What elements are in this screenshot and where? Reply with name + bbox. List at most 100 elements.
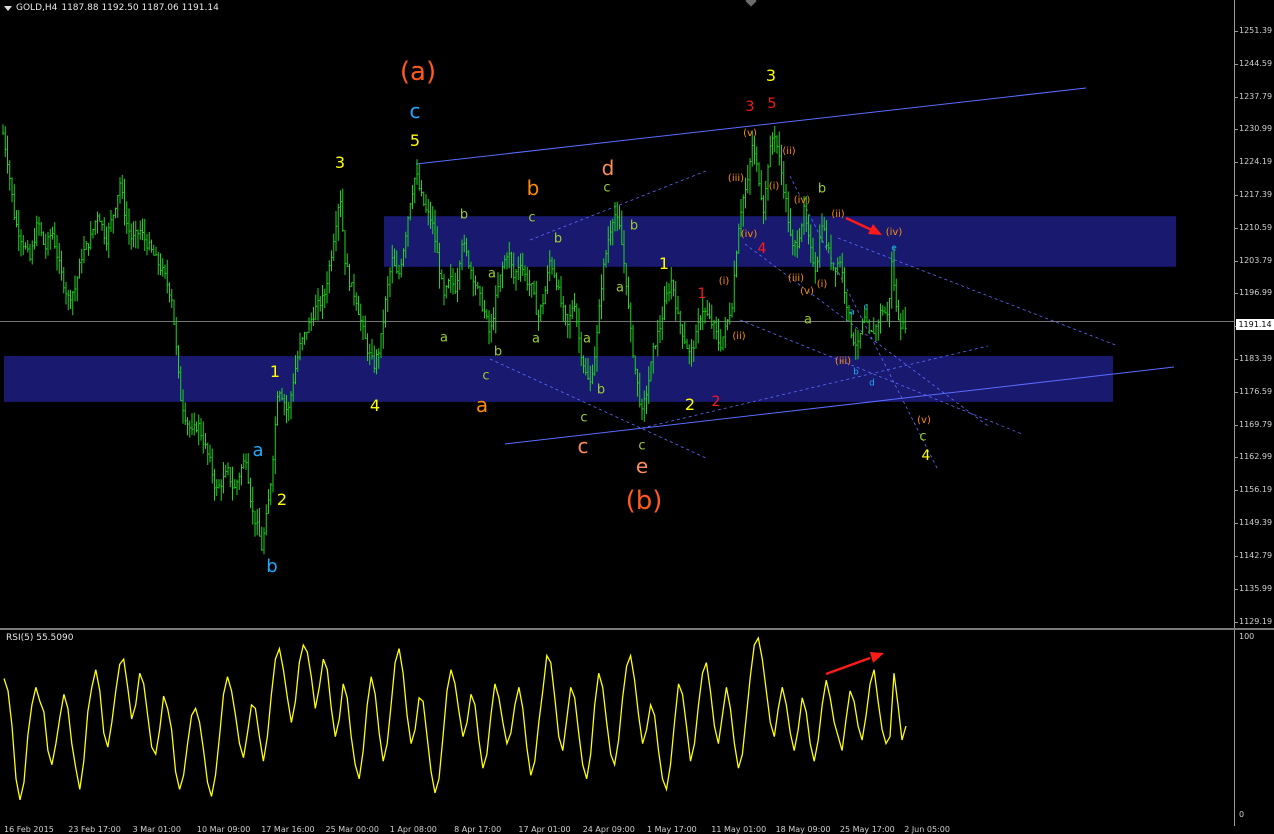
wave-label: b <box>266 556 278 577</box>
wave-label: c <box>482 368 490 384</box>
wave-label: 5 <box>767 96 777 112</box>
wave-label: 3 <box>334 153 346 172</box>
wave-label: b <box>493 344 503 360</box>
wave-label: (ii) <box>732 331 746 342</box>
price-axis-tick: 1183.39 <box>1239 354 1273 363</box>
price-axis-tick-mark <box>1235 555 1238 557</box>
wave-label: d <box>601 156 615 180</box>
price-axis-tick-mark <box>1235 129 1238 131</box>
price-axis-tick-mark <box>1235 359 1238 360</box>
wave-label: (i) <box>816 279 828 290</box>
price-axis-tick: 1237.79 <box>1239 91 1273 101</box>
price-axis-tick-mark <box>1235 227 1238 229</box>
wave-label-layer: (a) c 5 3 1 4 2 a b b a d c e (b) 1 2 1 2 3 3 5 4 4 b c b a a b c a a b c c… <box>0 0 1234 628</box>
wave-label: (iii) <box>787 273 805 284</box>
wave-label: c <box>580 410 588 426</box>
wave-label: (iv) <box>740 229 758 240</box>
wave-label: a <box>440 330 448 346</box>
price-axis-tick: 1156.19 <box>1239 485 1273 495</box>
rsi-line <box>3 636 907 801</box>
price-axis-tick-mark <box>1235 424 1238 426</box>
wave-label: b <box>553 231 563 247</box>
wave-label: c <box>409 99 421 123</box>
wave-label: b <box>526 176 540 200</box>
price-axis-tick-mark <box>1235 391 1238 393</box>
rsi-axis[interactable]: 100 0 <box>1234 630 1274 826</box>
wave-label: (i) <box>718 276 730 287</box>
time-axis[interactable]: 16 Feb 2015 23 Feb 17:00 3 Mar 01:00 10 Mar… <box>0 825 1234 834</box>
wave-label: (iv) <box>885 227 903 238</box>
price-axis-tick-mark <box>1235 63 1238 65</box>
wave-label: 4 <box>369 396 381 415</box>
price-axis-tick: 1169.79 <box>1239 419 1273 429</box>
price-axis-tick: 1230.99 <box>1239 124 1273 134</box>
wave-label: 2 <box>684 395 696 414</box>
wave-label: c <box>577 434 589 458</box>
wave-label: (i) <box>768 181 780 192</box>
rsi-axis-min-label: 0 <box>1239 810 1245 819</box>
wave-label: 3 <box>765 66 777 85</box>
wave-label: (v) <box>800 286 814 297</box>
price-axis-tick-mark <box>1235 162 1238 164</box>
wave-label: e <box>635 454 649 478</box>
wave-label: 4 <box>921 448 931 464</box>
price-axis-tick-mark <box>1235 195 1238 196</box>
price-axis-tick: 1142.79 <box>1239 550 1273 560</box>
wave-label: (iii) <box>727 173 745 184</box>
wave-label: (v) <box>917 415 931 426</box>
rsi-indicator-pane[interactable]: RSI(5) 55.5090 <box>0 630 1234 826</box>
wave-label: (iv) <box>793 195 811 206</box>
wave-label: c <box>863 302 869 313</box>
price-axis-tick: 1244.59 <box>1239 58 1273 68</box>
wave-label: b <box>629 218 639 234</box>
wave-label: 2 <box>276 490 288 509</box>
wave-label: a <box>804 312 812 328</box>
rsi-arrowhead-icon <box>870 652 884 663</box>
current-price-tag: 1191.14 <box>1236 319 1274 330</box>
price-axis-tick-mark <box>1235 96 1238 98</box>
price-axis-tick: 1217.39 <box>1239 190 1273 199</box>
wave-label: b <box>459 207 469 223</box>
price-axis[interactable]: 1251.39 1244.59 1237.79 1230.99 1224.19 1217.… <box>1234 0 1274 628</box>
price-chart-pane[interactable]: GOLD,H4 1187.88 1192.50 1187.06 1191.14 … <box>0 0 1234 628</box>
wave-label: (b) <box>625 486 663 516</box>
price-axis-tick-mark <box>1235 490 1238 492</box>
price-axis-tick-mark <box>1235 293 1238 295</box>
price-axis-tick: 1196.99 <box>1239 288 1273 298</box>
price-axis-tick: 1224.19 <box>1239 157 1273 167</box>
wave-label: c <box>528 210 536 226</box>
price-axis-tick: 1210.59 <box>1239 222 1273 232</box>
price-axis-tick: 1203.79 <box>1239 255 1273 265</box>
wave-label: a <box>488 266 496 282</box>
price-axis-tick-mark <box>1235 31 1238 32</box>
wave-label: c <box>919 429 927 445</box>
wave-label: b <box>817 181 827 197</box>
wave-label: (ii) <box>782 146 796 157</box>
wave-label: a <box>252 440 264 461</box>
wave-label: b <box>853 367 859 378</box>
price-axis-tick: 1129.19 <box>1239 617 1273 627</box>
wave-label: (a) <box>399 57 437 87</box>
price-axis-tick-mark <box>1235 622 1238 624</box>
price-axis-tick: 1251.39 <box>1239 26 1273 35</box>
wave-label: (iii) <box>834 356 852 367</box>
wave-label: c <box>638 438 646 454</box>
rsi-canvas <box>3 636 907 801</box>
wave-label: 4 <box>757 241 767 257</box>
wave-label: b <box>596 382 606 398</box>
wave-label: 3 <box>745 99 755 115</box>
price-axis-tick: 1176.59 <box>1239 386 1273 396</box>
price-axis-tick: 1162.99 <box>1239 452 1273 462</box>
wave-label: e <box>891 243 897 254</box>
rsi-axis-max-label: 100 <box>1239 632 1255 641</box>
wave-label: (v) <box>743 128 757 139</box>
wave-label: a <box>849 307 855 318</box>
wave-label: d <box>869 378 875 389</box>
wave-label: 1 <box>269 362 281 381</box>
price-axis-tick-mark <box>1235 523 1238 524</box>
wave-label: a <box>616 280 624 296</box>
rsi-label: RSI(5) 55.5090 <box>6 633 74 643</box>
wave-label: 5 <box>409 131 421 150</box>
price-axis-tick: 1135.99 <box>1239 584 1273 593</box>
wave-label: a <box>532 331 540 347</box>
